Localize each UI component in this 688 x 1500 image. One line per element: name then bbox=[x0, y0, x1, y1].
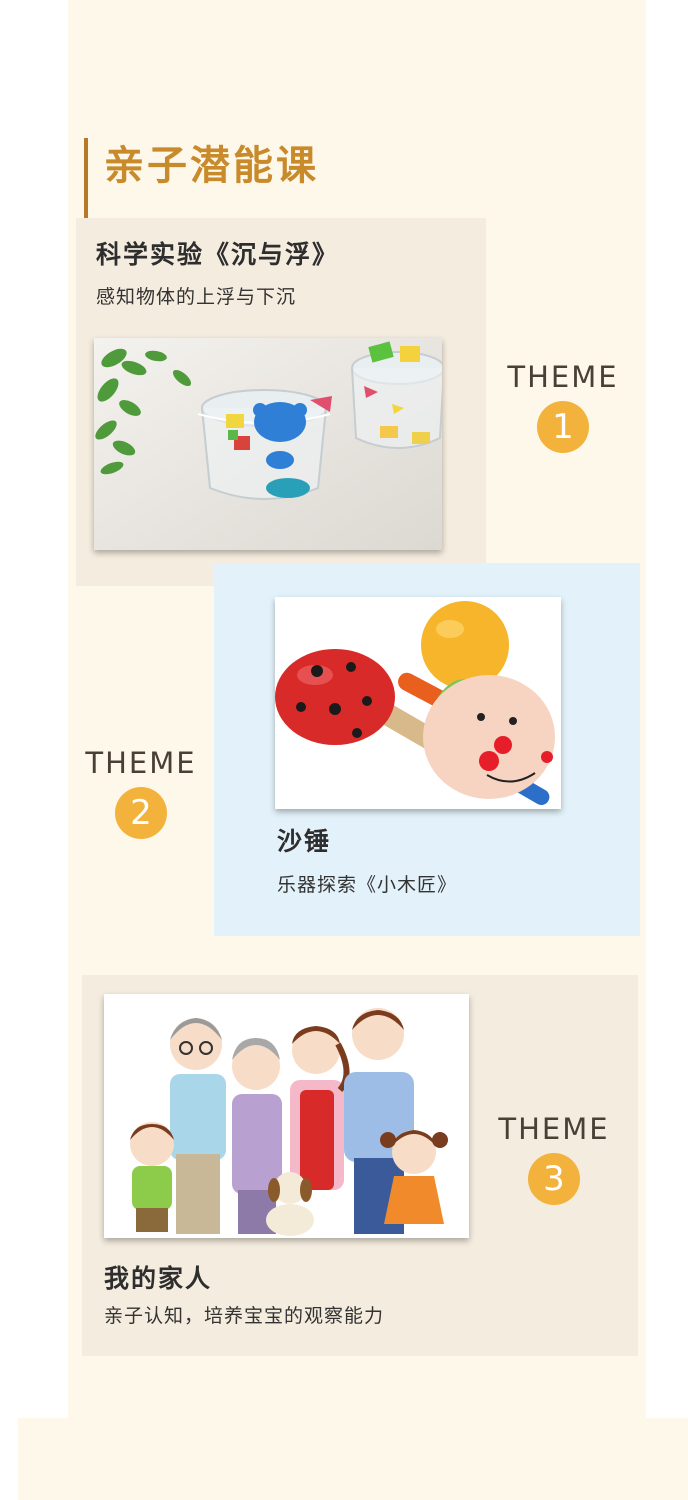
footer-band bbox=[18, 1418, 688, 1500]
theme-number-2: 2 bbox=[115, 786, 167, 839]
course-subtitle: 感知物体的上浮与下沉 bbox=[96, 286, 297, 308]
family-illustration bbox=[104, 994, 469, 1238]
course-subtitle: 亲子认知，培养宝宝的观察能力 bbox=[104, 1305, 385, 1327]
course-title: 沙锤 bbox=[277, 827, 332, 856]
course-subtitle: 乐器探索《小木匠》 bbox=[277, 874, 458, 896]
theme-number-1: 1 bbox=[537, 400, 589, 453]
maracas-photo bbox=[275, 597, 561, 809]
theme-label-3: THEME 3 bbox=[484, 1112, 624, 1205]
theme-word: THEME bbox=[507, 360, 619, 394]
sink-float-experiment-photo bbox=[94, 338, 442, 550]
theme-word: THEME bbox=[85, 746, 197, 780]
theme-label-2: THEME 2 bbox=[71, 746, 211, 839]
course-title: 我的家人 bbox=[104, 1264, 213, 1293]
section-title: 亲子潜能课 bbox=[104, 142, 319, 189]
course-title: 科学实验《沉与浮》 bbox=[96, 240, 340, 269]
course-card-1: 科学实验《沉与浮》 感知物体的上浮与下沉 bbox=[76, 218, 486, 586]
course-card-2: 沙锤 乐器探索《小木匠》 bbox=[214, 563, 640, 936]
theme-label-1: THEME 1 bbox=[493, 360, 633, 453]
theme-number-3: 3 bbox=[528, 1152, 580, 1205]
section-accent-bar bbox=[84, 138, 88, 218]
theme-word: THEME bbox=[498, 1112, 610, 1146]
